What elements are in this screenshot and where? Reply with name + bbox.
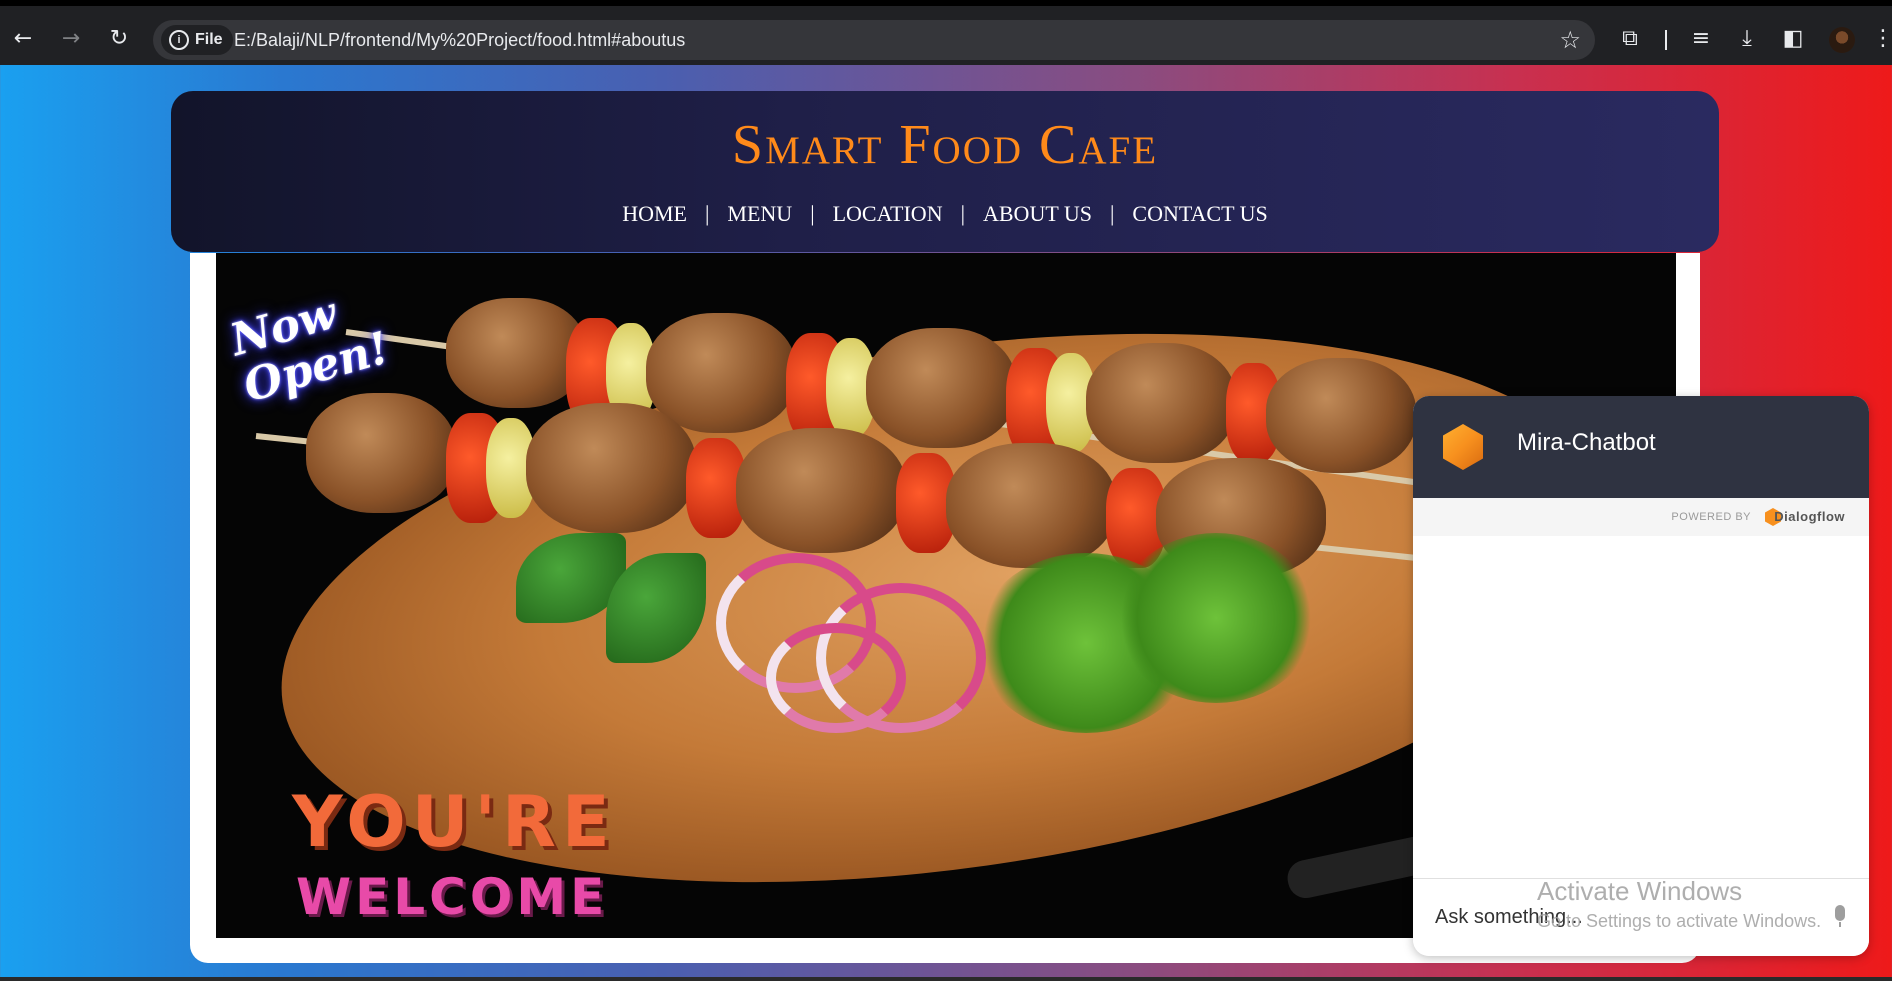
toolbar-divider: [1665, 30, 1667, 50]
more-menu-icon[interactable]: ⋮: [1868, 24, 1892, 54]
nav-home-link[interactable]: HOME: [622, 201, 687, 227]
site-header: Smart Food Cafe HOME | MENU | LOCATION |…: [171, 91, 1719, 252]
url-text[interactable]: E:/Balaji/NLP/frontend/My%20Project/food…: [234, 20, 685, 60]
kebab-meat-graphic: [1266, 358, 1416, 473]
chat-input-field[interactable]: [1433, 899, 1817, 935]
side-panel-icon[interactable]: ◧: [1778, 24, 1808, 54]
microphone-icon[interactable]: [1835, 905, 1845, 927]
star-icon[interactable]: ☆: [1559, 20, 1581, 60]
hero-headline-bottom: WELCOME: [296, 868, 609, 926]
chat-messages-area: [1413, 536, 1869, 878]
reload-icon[interactable]: ↻: [104, 24, 134, 54]
bottom-edge: [0, 977, 1892, 981]
kebab-meat-graphic: [1086, 343, 1236, 463]
nav-about-link[interactable]: ABOUT US: [983, 201, 1092, 227]
provider-name: Dialogflow: [1774, 509, 1845, 524]
nav-separator: |: [810, 201, 815, 226]
extensions-icon[interactable]: ⧉: [1615, 24, 1645, 54]
kebab-meat-graphic: [306, 393, 456, 513]
site-info-chip[interactable]: i File: [161, 25, 233, 55]
site-title: Smart Food Cafe: [731, 114, 1159, 176]
now-open-badge: Now Open!: [224, 287, 395, 413]
nav-contact-link[interactable]: CONTACT US: [1132, 201, 1267, 227]
hero-headline-top: YOU'RE: [292, 781, 616, 863]
powered-by-bar: POWERED BY Dialogflow: [1413, 498, 1869, 536]
info-icon: i: [169, 30, 189, 50]
arugula-graphic: [1116, 533, 1316, 703]
nav-location-link[interactable]: LOCATION: [833, 201, 943, 227]
nav-menu-link[interactable]: MENU: [727, 201, 792, 227]
browser-toolbar: ← → ↻ i File E:/Balaji/NLP/frontend/My%2…: [0, 0, 1892, 65]
kebab-meat-graphic: [446, 298, 586, 408]
chatbot-widget: Mira-Chatbot POWERED BY Dialogflow: [1413, 396, 1869, 956]
chatbot-name: Mira-Chatbot: [1517, 429, 1656, 456]
back-arrow-icon[interactable]: ←: [8, 24, 38, 54]
kebab-meat-graphic: [526, 403, 696, 533]
file-chip-label: File: [195, 31, 223, 48]
powered-by-label: POWERED BY: [1671, 511, 1751, 523]
chatbot-header[interactable]: Mira-Chatbot: [1413, 396, 1869, 498]
chat-input-row: [1413, 878, 1869, 956]
nav-separator: |: [1110, 201, 1115, 226]
forward-arrow-icon[interactable]: →: [56, 24, 86, 54]
kebab-meat-graphic: [866, 328, 1016, 448]
media-queue-icon[interactable]: ≡: [1686, 24, 1716, 54]
address-bar[interactable]: i File E:/Balaji/NLP/frontend/My%20Proje…: [153, 20, 1595, 60]
kebab-meat-graphic: [736, 428, 906, 553]
main-nav: HOME | MENU | LOCATION | ABOUT US | CONT…: [171, 201, 1719, 227]
profile-avatar[interactable]: [1829, 27, 1855, 53]
nav-separator: |: [960, 201, 965, 226]
kebab-meat-graphic: [946, 443, 1116, 568]
nav-separator: |: [705, 201, 710, 226]
kebab-meat-graphic: [646, 313, 796, 433]
onion-ring-graphic: [766, 623, 906, 733]
dialogflow-logo-icon: [1443, 424, 1483, 470]
download-icon[interactable]: ⤓: [1732, 24, 1762, 54]
